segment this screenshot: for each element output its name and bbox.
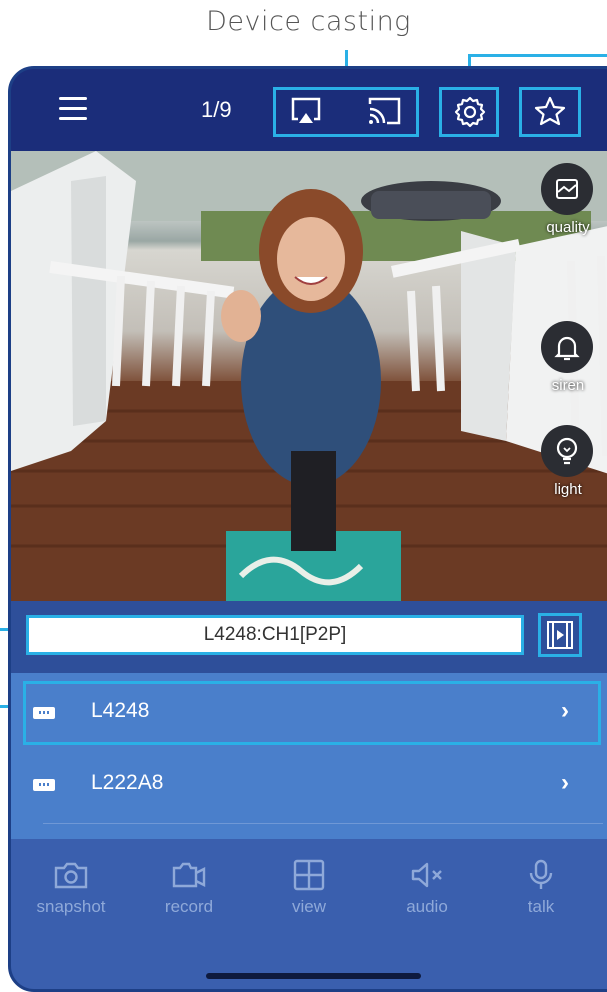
talk-label: talk [527,897,555,916]
playback-film-icon[interactable] [546,620,574,650]
grid-icon [293,859,325,891]
image-quality-icon [556,179,578,199]
view-label: view [291,897,326,916]
camera-live-view[interactable]: quality siren light [11,151,607,601]
video-camera-icon [172,862,206,888]
quality-label: quality [546,219,590,236]
light-button[interactable] [541,425,593,477]
menu-icon[interactable] [59,97,87,121]
quality-button[interactable] [541,163,593,215]
device-item[interactable]: L222A8 › [11,753,607,817]
app-frame: 1/9 quality siren light L4248:CH1[P2P] L… [8,66,607,992]
device-item[interactable]: L4248 › [11,681,607,745]
microphone-icon [529,859,553,889]
list-divider [43,823,603,824]
light-label: light [554,481,582,498]
chevron-right-icon: › [561,769,569,796]
chevron-right-icon: › [561,697,569,724]
home-indicator[interactable] [206,973,421,979]
gear-icon[interactable] [454,96,486,128]
bottom-toolbar: snapshot record view audio talk [11,839,607,989]
device-casting-callout: Device casting [206,6,411,37]
record-label: record [164,897,214,916]
siren-button[interactable] [541,321,593,373]
channel-name: L4248:CH1[P2P] [26,615,524,655]
snapshot-button[interactable]: snapshot [21,859,121,917]
page-count: 1/9 [201,97,232,122]
siren-label: siren [551,377,585,394]
view-button[interactable]: view [259,859,359,917]
header-bar: 1/9 [11,69,607,151]
airplay-icon[interactable] [289,95,323,127]
channel-bar: L4248:CH1[P2P] [11,601,607,673]
bell-icon [554,336,580,361]
audio-label: audio [406,897,448,916]
cast-icon[interactable] [367,95,403,127]
record-button[interactable]: record [139,859,239,917]
device-label: L222A8 [91,771,164,794]
audio-button[interactable]: audio [377,859,477,917]
talk-button[interactable]: talk [491,859,591,917]
device-list: L4248 › L222A8 › [11,673,607,839]
speaker-muted-icon [411,862,442,888]
callout-leader-settings-h [468,54,607,57]
device-label: L4248 [91,699,150,722]
star-icon[interactable] [534,95,566,127]
snapshot-label: snapshot [36,897,106,916]
camera-icon [54,862,88,889]
lightbulb-icon [556,437,578,465]
camera-scene-image [11,151,607,601]
dvr-icon [33,779,55,791]
dvr-icon [33,707,55,719]
